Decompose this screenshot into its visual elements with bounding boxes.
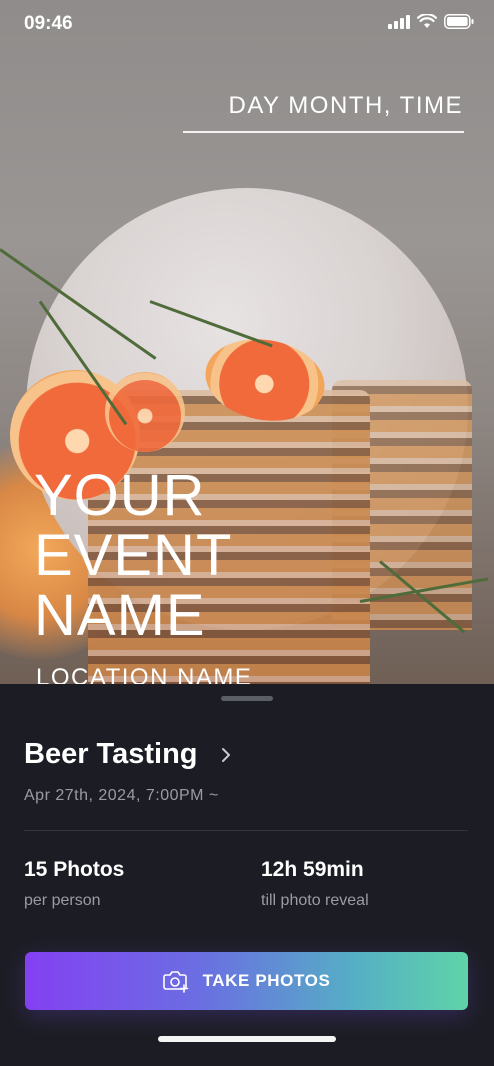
- cellular-signal-icon: [388, 14, 410, 29]
- battery-icon: [444, 14, 474, 29]
- date-underline: [183, 131, 464, 133]
- camera-plus-icon: [162, 971, 188, 993]
- stat-value: 15 Photos: [24, 858, 125, 881]
- event-title: Beer Tasting: [24, 738, 198, 770]
- date-time-placeholder[interactable]: DAY MONTH, TIME: [228, 92, 463, 120]
- event-name-line: YOUR: [34, 463, 206, 528]
- home-indicator[interactable]: [158, 1036, 336, 1042]
- event-name-line: NAME: [34, 583, 206, 648]
- status-time: 09:46: [24, 13, 73, 34]
- stat-label: per person: [24, 892, 101, 909]
- stat-label: till photo reveal: [261, 892, 369, 909]
- divider: [24, 830, 468, 831]
- take-photos-label: TAKE PHOTOS: [202, 971, 331, 990]
- stat-value: 12h 59min: [261, 858, 364, 881]
- sheet-drag-handle[interactable]: [221, 696, 273, 701]
- event-name-line: EVENT: [34, 523, 233, 588]
- take-photos-button[interactable]: TAKE PHOTOS: [25, 952, 468, 1010]
- event-screen: DAY MONTH, TIME YOUR EVENT NAME LOCATION…: [0, 0, 494, 1066]
- event-name-placeholder[interactable]: YOUR EVENT NAME: [34, 466, 232, 646]
- location-placeholder[interactable]: LOCATION NAME: [36, 664, 252, 686]
- event-datetime: Apr 27th, 2024, 7:00PM ~: [24, 787, 219, 804]
- event-cover[interactable]: DAY MONTH, TIME YOUR EVENT NAME LOCATION…: [0, 0, 494, 686]
- event-title-row[interactable]: Beer Tasting: [24, 738, 236, 771]
- photos-per-person-stat: 15 Photos per person: [24, 858, 124, 910]
- event-details-sheet: Beer Tasting Apr 27th, 2024, 7:00PM ~ 15…: [0, 684, 494, 1066]
- wifi-icon: [417, 14, 437, 28]
- status-icons: [388, 14, 474, 29]
- status-bar: 09:46: [0, 0, 494, 48]
- reveal-countdown-stat: 12h 59min till photo reveal: [261, 858, 369, 910]
- chevron-right-icon: [221, 747, 230, 762]
